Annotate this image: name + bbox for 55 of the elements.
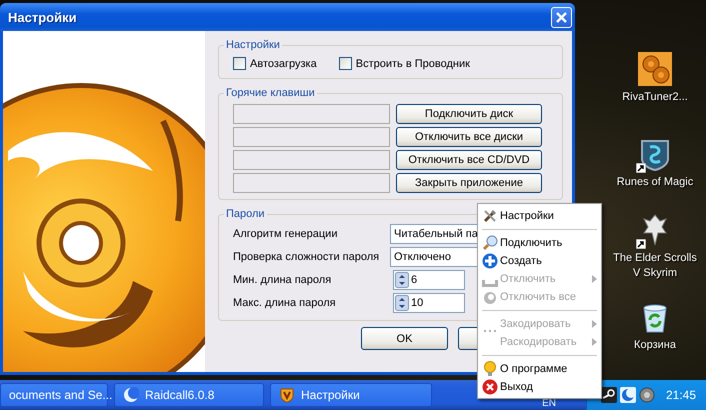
number-field[interactable]: 6 — [393, 270, 465, 290]
clock[interactable]: 21:45 — [666, 388, 696, 402]
menu-item[interactable]: О программе — [480, 360, 599, 378]
gears-icon — [638, 52, 672, 86]
shield-icon — [638, 137, 672, 171]
crescent-icon — [620, 387, 636, 403]
window-title: Настройки — [8, 10, 77, 24]
plug-icon — [482, 280, 498, 287]
magnifier-icon — [482, 235, 498, 251]
number-value: 10 — [411, 296, 424, 308]
taskbar-button[interactable]: Настройки — [270, 383, 432, 407]
hotkey-button[interactable]: Отключить все диски — [396, 127, 542, 147]
desktop-icon-label[interactable]: RivaTuner2... — [622, 90, 688, 105]
desktop-icon-label[interactable]: Runes of Magic — [616, 175, 694, 190]
hotkey-field[interactable] — [233, 173, 390, 193]
number-field[interactable]: 10 — [393, 292, 465, 312]
group-title: Пароли — [225, 208, 266, 220]
close-button[interactable] — [551, 6, 572, 28]
shortcut-arrow-icon — [636, 239, 646, 249]
hotkey-field[interactable] — [233, 104, 390, 124]
menu-item[interactable]: Выход — [480, 378, 599, 396]
exit-icon — [482, 379, 498, 395]
spin-arrows-icon — [395, 294, 409, 310]
menu-item[interactable]: Настройки — [480, 207, 599, 225]
field-label: Макс. длина пароля — [233, 296, 337, 308]
checkbox-label[interactable]: Автозагрузка — [250, 58, 317, 70]
desktop-icon-label[interactable]: The Elder Scrolls V Skyrim — [613, 251, 697, 281]
checkbox[interactable] — [338, 57, 352, 70]
speaker-icon — [638, 387, 655, 403]
shield-icon — [279, 387, 295, 403]
spin-arrows-icon — [395, 272, 409, 288]
field-label: Алгоритм генерации — [233, 228, 338, 240]
hotkey-button[interactable]: Закрыть приложение — [396, 173, 542, 193]
hotkey-button[interactable]: Подключить диск — [396, 104, 542, 124]
close-icon — [556, 12, 567, 22]
hotkey-button[interactable]: Отключить все CD/DVD — [396, 150, 542, 170]
checkbox[interactable] — [233, 57, 246, 70]
tools-icon — [482, 208, 498, 224]
taskbar-button[interactable]: Raidcall6.0.8 — [114, 383, 264, 407]
field-label: Мин. длина пароля — [233, 274, 332, 286]
bulb-icon — [482, 361, 498, 377]
plus-icon — [482, 253, 498, 269]
plug-icon — [482, 289, 498, 305]
number-value: 6 — [411, 274, 418, 286]
language-indicator[interactable]: EN — [542, 399, 556, 409]
shortcut-arrow-icon — [636, 163, 646, 173]
ok-button[interactable]: OK — [361, 327, 448, 350]
hotkey-field[interactable] — [233, 127, 390, 147]
group-title: Настройки — [225, 39, 281, 51]
hotkey-field[interactable] — [233, 150, 390, 170]
group-title: Горячие клавиши — [225, 87, 316, 99]
crescent-icon — [123, 387, 139, 403]
desktop-icon-label[interactable]: Корзина — [634, 338, 676, 353]
field-label: Проверка сложности пароля — [233, 250, 380, 262]
checkbox-label[interactable]: Встроить в Проводник — [356, 58, 470, 70]
